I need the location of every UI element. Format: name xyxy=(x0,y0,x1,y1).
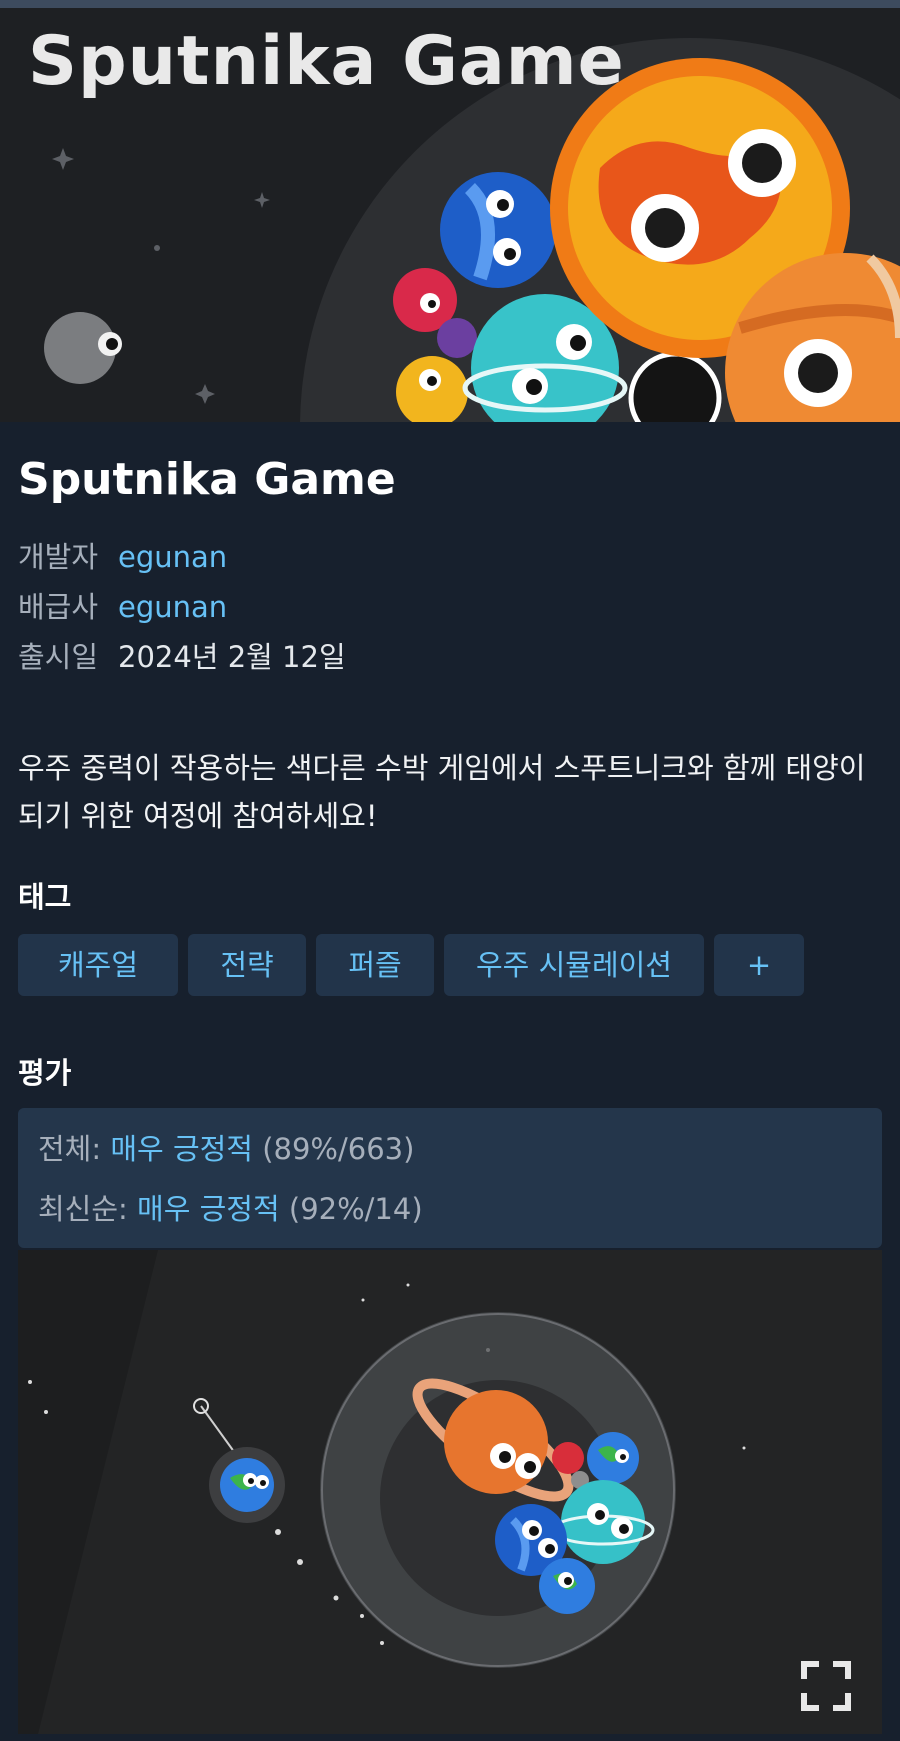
game-description: 우주 중력이 작용하는 색다른 수박 게임에서 스푸트니크와 함께 태양이 되기… xyxy=(18,751,866,833)
recent-review-detail: (92%/14) xyxy=(288,1192,423,1226)
media-screenshot[interactable] xyxy=(18,1250,882,1734)
hero-banner-title: Sputnika Game xyxy=(28,22,625,101)
developer-label: 개발자 xyxy=(18,540,99,574)
release-label: 출시일 xyxy=(18,640,99,674)
recent-review: 최신순: 매우 긍정적 (92%/14) xyxy=(38,1186,423,1228)
overall-review-label: 전체: xyxy=(38,1132,102,1166)
reviews-heading: 평가 xyxy=(18,1056,72,1090)
recent-review-label: 최신순: xyxy=(38,1192,128,1226)
developer-link[interactable]: egunan xyxy=(118,540,227,574)
tags-heading: 태그 xyxy=(18,880,72,914)
overall-review-detail: (89%/663) xyxy=(262,1132,415,1166)
hero-banner[interactable]: Sputnika Game xyxy=(0,8,900,422)
gameplay-artwork xyxy=(18,1250,882,1734)
top-strip xyxy=(0,0,900,8)
developer-row: 개발자 egunan xyxy=(18,534,227,576)
tags-more-button[interactable]: + xyxy=(714,934,804,996)
review-summary[interactable]: 전체: 매우 긍정적 (89%/663) 최신순: 매우 긍정적 (92%/14… xyxy=(18,1108,882,1248)
publisher-label: 배급사 xyxy=(18,590,99,624)
overall-review-rating: 매우 긍정적 xyxy=(110,1132,253,1166)
publisher-link[interactable]: egunan xyxy=(118,590,227,624)
tag-strategy[interactable]: 전략 xyxy=(188,934,306,996)
release-date: 2024년 2월 12일 xyxy=(118,640,346,674)
recent-review-rating: 매우 긍정적 xyxy=(137,1192,280,1226)
tag-casual[interactable]: 캐주얼 xyxy=(18,934,178,996)
overall-review: 전체: 매우 긍정적 (89%/663) xyxy=(38,1126,414,1168)
tag-space-simulation[interactable]: 우주 시뮬레이션 xyxy=(444,934,704,996)
tag-puzzle[interactable]: 퍼즐 xyxy=(316,934,434,996)
fullscreen-icon[interactable] xyxy=(800,1660,852,1712)
game-title: Sputnika Game xyxy=(18,454,396,505)
release-row: 출시일 2024년 2월 12일 xyxy=(18,634,346,676)
publisher-row: 배급사 egunan xyxy=(18,584,227,626)
